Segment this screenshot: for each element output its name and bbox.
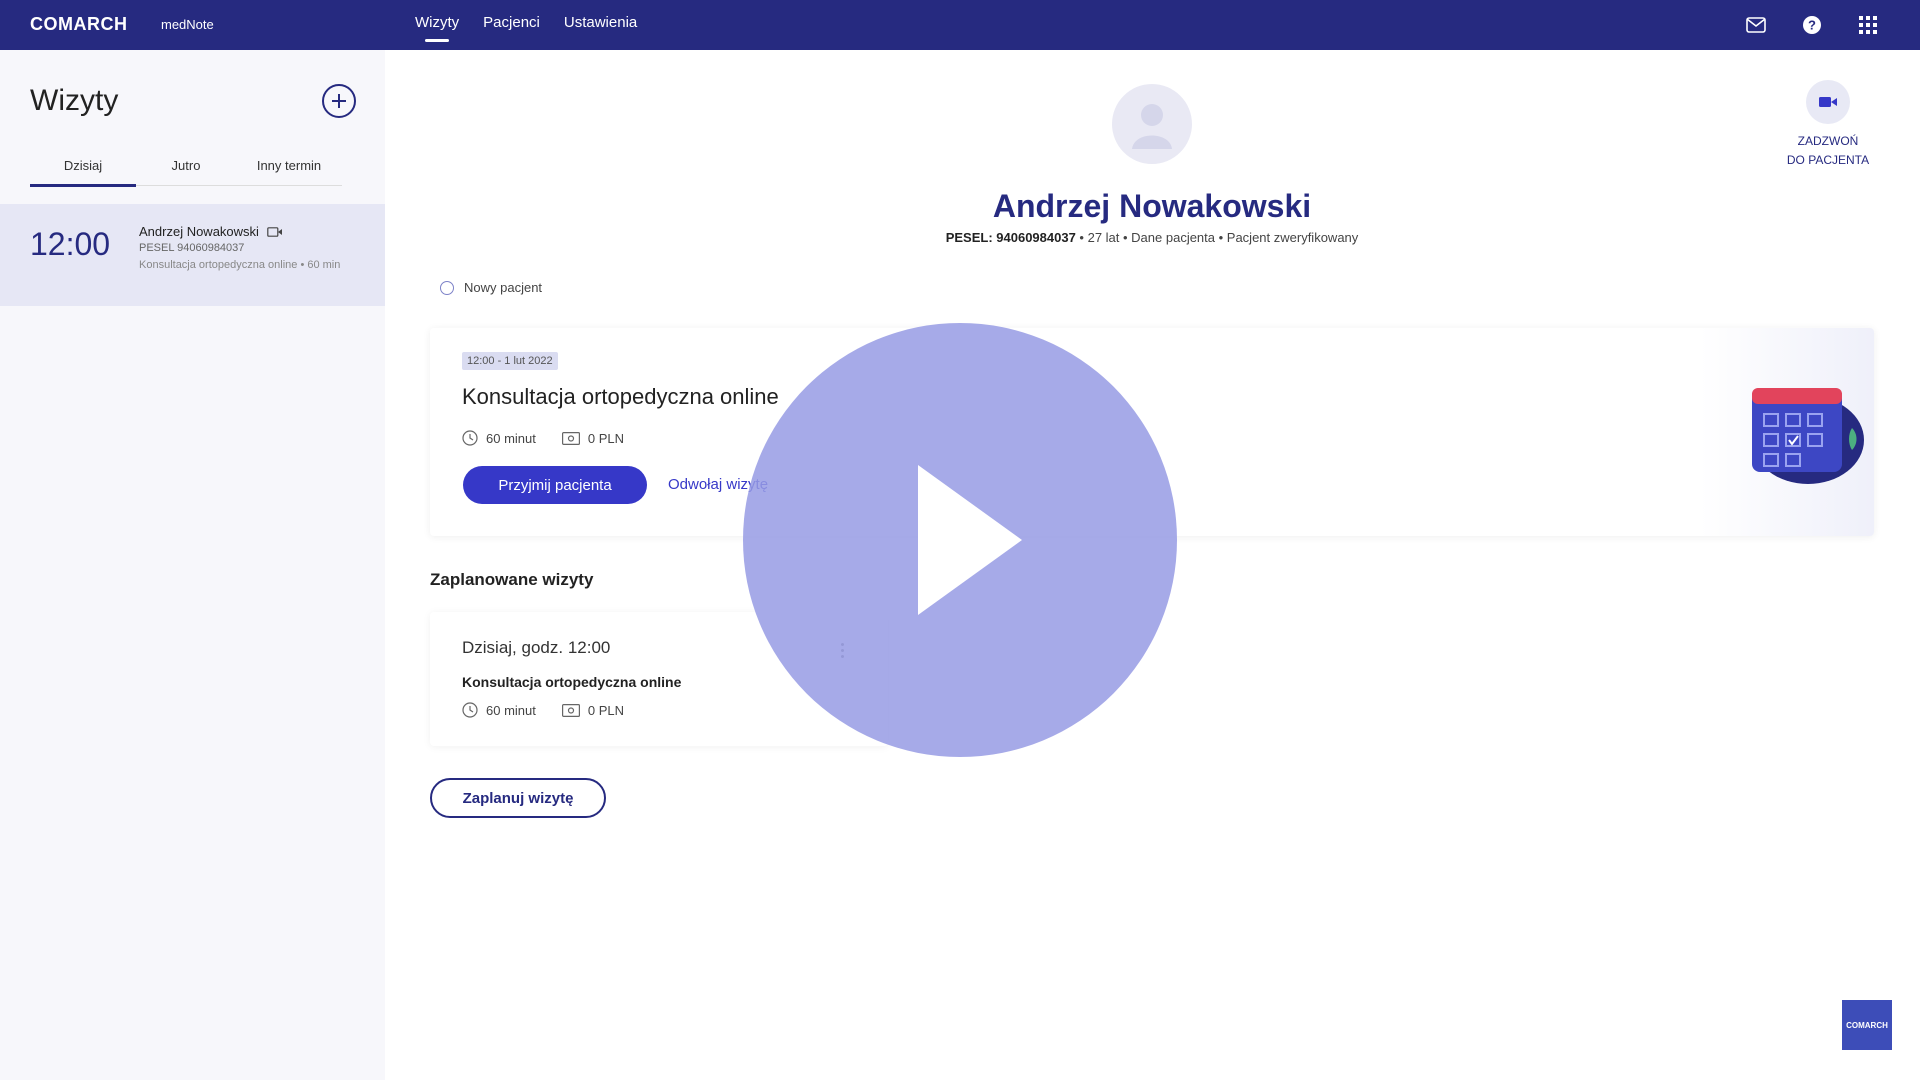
tab-jutro[interactable]: Jutro — [136, 158, 236, 185]
visit-pesel: PESEL 94060984037 — [139, 242, 245, 254]
patient-name: Andrzej Nowakowski — [992, 188, 1312, 224]
svg-text:?: ? — [1808, 18, 1816, 33]
product-name: medNote — [161, 17, 214, 32]
visit-description: Konsultacja ortopedyczna online • 60 min — [139, 259, 341, 271]
visits-sidebar: Wizyty Dzisiaj Jutro Inny termin 12:00 A… — [0, 50, 385, 1080]
visit-time: 12:00 — [30, 226, 111, 262]
visit-list-item[interactable]: 12:00 Andrzej Nowakowski PESEL 940609840… — [0, 204, 385, 306]
visit-duration: 60 minut — [486, 430, 536, 446]
plus-circle-icon — [332, 94, 346, 108]
video-camera-icon — [1819, 97, 1837, 107]
call-label-line2: DO PACJENTA — [1786, 153, 1870, 167]
new-patient-option[interactable]: Nowy pacjent — [440, 280, 542, 295]
visit-date-badge: 12:00 - 1 lut 2022 — [462, 352, 558, 370]
add-visit-button[interactable] — [322, 84, 356, 118]
mail-icon[interactable] — [1744, 13, 1768, 37]
new-patient-radio[interactable] — [440, 280, 454, 295]
main-nav: Wizyty Pacjenci Ustawienia — [415, 0, 637, 50]
patient-pesel: PESEL: 94060984037 — [945, 230, 1076, 245]
brand-logo: COMARCH — [30, 14, 128, 34]
user-avatar-icon — [1112, 84, 1192, 164]
day-tabs: Dzisiaj Jutro Inny termin — [30, 158, 342, 187]
top-icons: ? — [1744, 0, 1880, 50]
play-icon — [918, 465, 1022, 615]
sidebar-title: Wizyty — [30, 84, 119, 117]
apps-grid-icon[interactable] — [1856, 13, 1880, 37]
nav-ustawienia[interactable]: Ustawienia — [564, 0, 637, 50]
money-icon — [561, 431, 580, 445]
planned-visit-price: 0 PLN — [587, 702, 625, 718]
money-icon — [561, 703, 580, 717]
planned-visits-title: Zaplanowane wizyty — [430, 570, 594, 589]
planned-visit-title: Konsultacja ortopedyczna online — [462, 674, 682, 690]
clock-icon — [462, 702, 478, 718]
accept-patient-button[interactable]: Przyjmij pacjenta — [463, 466, 647, 504]
visit-price: 0 PLN — [587, 430, 625, 446]
patient-meta: PESEL: 94060984037 • 27 lat • Dane pacje… — [760, 230, 1544, 245]
visit-meta: 60 minut 0 PLN — [462, 430, 624, 446]
nav-wizyty[interactable]: Wizyty — [415, 0, 459, 50]
planned-visit-duration: 60 minut — [486, 702, 536, 718]
visit-patient-name: Andrzej Nowakowski — [139, 224, 283, 239]
video-camera-icon — [267, 226, 282, 237]
watermark-logo: COMARCH — [1842, 1000, 1892, 1050]
help-icon[interactable]: ? — [1800, 13, 1824, 37]
visit-patient-name-text: Andrzej Nowakowski — [139, 224, 259, 239]
call-label-line1: ZADZWOŃ — [1797, 134, 1859, 148]
calendar-illustration — [1700, 328, 1874, 536]
call-patient-button[interactable] — [1806, 80, 1850, 124]
planned-visit-meta: 60 minut 0 PLN — [462, 702, 624, 718]
tab-dzisiaj[interactable]: Dzisiaj — [30, 158, 136, 187]
tab-inny-termin[interactable]: Inny termin — [236, 158, 342, 185]
visit-title: Konsultacja ortopedyczna online — [462, 384, 779, 409]
top-bar: COMARCH medNote Wizyty Pacjenci Ustawien… — [0, 0, 1920, 50]
clock-icon — [462, 430, 478, 446]
calendar-illustration-icon — [1752, 388, 1864, 484]
plan-visit-button[interactable]: Zaplanuj wizytę — [430, 778, 606, 818]
planned-visit-date: Dzisiaj, godz. 12:00 — [462, 638, 611, 657]
new-patient-label: Nowy pacjent — [464, 280, 543, 295]
play-button[interactable] — [743, 323, 1177, 757]
nav-pacjenci[interactable]: Pacjenci — [483, 0, 540, 50]
patient-meta-rest: • 27 lat • Dane pacjenta • Pacjent zwery… — [1075, 230, 1359, 245]
call-patient-label[interactable]: ZADZWOŃ DO PACJENTA — [1776, 132, 1880, 170]
